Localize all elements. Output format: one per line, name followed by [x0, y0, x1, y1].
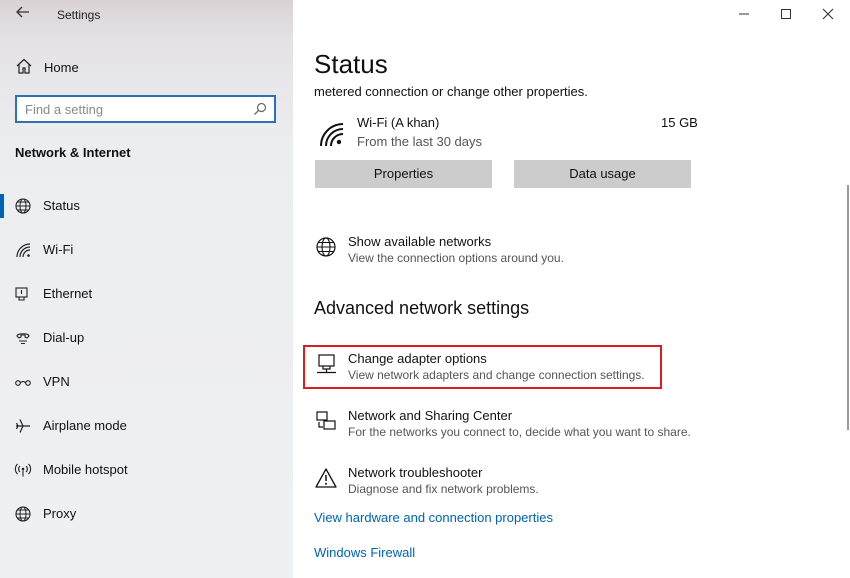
sharing-center-icon: [315, 410, 337, 432]
hardware-properties-link[interactable]: View hardware and connection properties: [314, 510, 553, 525]
network-troubleshooter[interactable]: Network troubleshooter Diagnose and fix …: [307, 463, 727, 511]
app-title: Settings: [57, 8, 101, 22]
globe-icon: [14, 505, 32, 523]
maximize-icon: [781, 9, 791, 19]
minimize-button[interactable]: [729, 4, 759, 26]
home-icon: [15, 57, 33, 75]
sidebar-item-label: Mobile hotspot: [43, 462, 128, 477]
search-icon[interactable]: [252, 101, 268, 117]
section-heading: Advanced network settings: [314, 298, 530, 318]
vpn-icon: [14, 373, 32, 391]
globe-icon: [315, 236, 337, 258]
sidebar-item-airplane-mode[interactable]: Airplane mode: [0, 408, 293, 444]
close-icon: [822, 8, 834, 20]
sidebar-item-label: VPN: [43, 374, 70, 389]
ethernet-icon: [14, 285, 32, 303]
search-box[interactable]: [15, 95, 276, 123]
option-subtitle: For the networks you connect to, decide …: [348, 425, 691, 439]
sidebar-item-status[interactable]: Status: [0, 188, 293, 224]
sidebar-item-label: Airplane mode: [43, 418, 127, 433]
hotspot-icon: [14, 461, 32, 479]
section-title: Network & Internet: [15, 145, 131, 160]
sidebar-item-wifi[interactable]: Wi-Fi: [0, 232, 293, 268]
dialup-icon: [14, 329, 32, 347]
option-title: Show available networks: [348, 234, 492, 249]
network-period: From the last 30 days: [357, 134, 482, 149]
warning-icon: [315, 467, 337, 489]
home-label: Home: [44, 60, 79, 75]
sidebar-item-label: Status: [43, 198, 80, 213]
sidebar-item-ethernet[interactable]: Ethernet: [0, 276, 293, 312]
maximize-button[interactable]: [771, 4, 801, 26]
scrollbar[interactable]: [847, 185, 849, 430]
clipped-description: metered connection or change other prope…: [314, 84, 588, 99]
wifi-icon: [14, 241, 32, 259]
properties-button[interactable]: Properties: [315, 160, 492, 188]
selection-indicator: [0, 194, 4, 218]
globe-icon: [14, 197, 32, 215]
search-input[interactable]: [25, 101, 245, 117]
sidebar-item-dialup[interactable]: Dial-up: [0, 320, 293, 356]
home-nav-item[interactable]: Home: [0, 52, 293, 82]
close-button[interactable]: [813, 4, 843, 26]
network-name: Wi-Fi (A khan): [357, 115, 440, 130]
option-subtitle: View the connection options around you.: [348, 251, 564, 265]
sidebar: Settings Home Network & Internet Status …: [0, 0, 293, 578]
sidebar-item-vpn[interactable]: VPN: [0, 364, 293, 400]
page-title: Status: [314, 49, 388, 79]
wifi-icon: [317, 120, 345, 148]
airplane-icon: [14, 417, 32, 435]
show-available-networks[interactable]: Show available networks View the connect…: [307, 232, 727, 280]
option-title: Network troubleshooter: [348, 465, 483, 480]
option-title: Network and Sharing Center: [348, 408, 513, 423]
sidebar-item-label: Dial-up: [43, 330, 85, 345]
network-and-sharing-center[interactable]: Network and Sharing Center For the netwo…: [307, 406, 727, 454]
option-subtitle: Diagnose and fix network problems.: [348, 482, 539, 496]
network-usage: 15 GB: [661, 115, 698, 130]
data-usage-button[interactable]: Data usage: [514, 160, 691, 188]
sidebar-item-label: Wi-Fi: [43, 242, 74, 257]
highlight-box: [303, 345, 662, 389]
back-arrow-icon[interactable]: [12, 4, 34, 26]
windows-firewall-link[interactable]: Windows Firewall: [314, 545, 415, 560]
minimize-icon: [739, 13, 749, 15]
sidebar-item-label: Ethernet: [43, 286, 93, 301]
sidebar-item-mobile-hotspot[interactable]: Mobile hotspot: [0, 452, 293, 488]
sidebar-item-proxy[interactable]: Proxy: [0, 496, 293, 532]
sidebar-item-label: Proxy: [43, 506, 77, 521]
